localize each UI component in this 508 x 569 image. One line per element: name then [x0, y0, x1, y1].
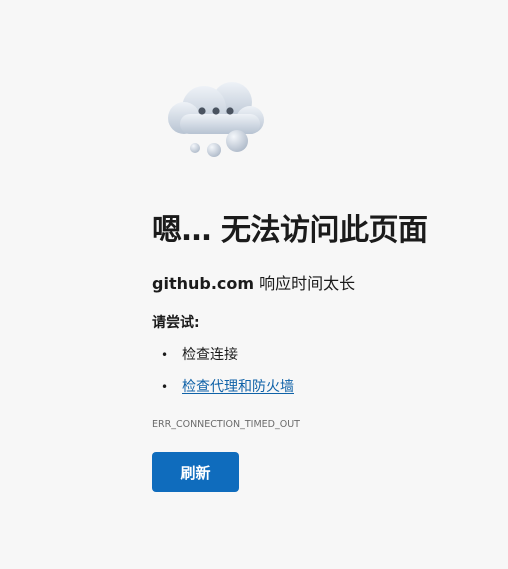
- error-page: 嗯… 无法访问此页面 github.com 响应时间太长 请尝试: • 检查连接…: [0, 0, 508, 569]
- error-description: 响应时间太长: [254, 274, 356, 293]
- bullet-icon: •: [161, 348, 169, 362]
- cloud-error-icon: [168, 82, 264, 157]
- page-title: 嗯… 无法访问此页面: [152, 213, 428, 248]
- host-name: github.com: [152, 274, 255, 293]
- error-code: ERR_CONNECTION_TIMED_OUT: [152, 419, 300, 430]
- suggestion-check-proxy-firewall: • 检查代理和防火墙: [152, 376, 294, 408]
- suggestions-heading: 请尝试:: [152, 315, 200, 331]
- suggestion-text: 检查连接: [182, 347, 238, 363]
- error-message: github.com 响应时间太长: [152, 273, 355, 295]
- suggestions-list: • 检查连接 • 检查代理和防火墙: [152, 344, 294, 408]
- bullet-icon: •: [161, 380, 169, 394]
- reload-button[interactable]: 刷新: [152, 452, 239, 492]
- suggestion-check-connection: • 检查连接: [152, 344, 294, 376]
- check-proxy-firewall-link[interactable]: 检查代理和防火墙: [182, 379, 294, 395]
